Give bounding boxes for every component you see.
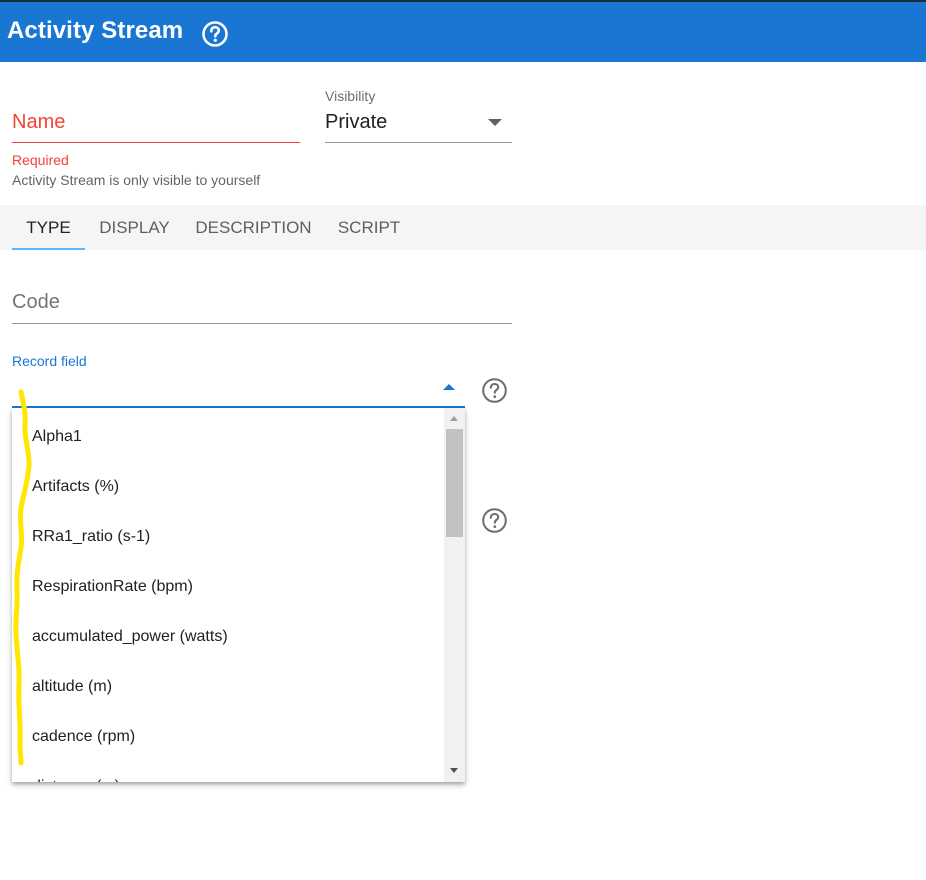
secondary-field-help-icon[interactable] bbox=[481, 507, 508, 534]
menu-item-artifacts[interactable]: Artifacts (%) bbox=[12, 462, 444, 512]
tab-description[interactable]: DESCRIPTION bbox=[191, 205, 316, 250]
menu-item-rra1-ratio[interactable]: RRa1_ratio (s-1) bbox=[12, 512, 444, 562]
active-tab-indicator bbox=[12, 248, 85, 250]
code-field-underline bbox=[12, 323, 512, 324]
menu-item-respiration-rate[interactable]: RespirationRate (bpm) bbox=[12, 562, 444, 612]
tab-type[interactable]: TYPE bbox=[12, 205, 85, 250]
name-visibility-hint: Activity Stream is only visible to yours… bbox=[12, 172, 261, 188]
name-field-label[interactable]: Name bbox=[12, 111, 65, 134]
visibility-dropdown-arrow-icon[interactable] bbox=[488, 119, 502, 126]
visibility-label: Visibility bbox=[325, 88, 376, 104]
activity-stream-editor: Activity Stream Name Required Activity S… bbox=[0, 0, 926, 880]
tab-script[interactable]: SCRIPT bbox=[334, 205, 404, 250]
name-field-underline[interactable] bbox=[12, 142, 300, 143]
app-header: Activity Stream bbox=[0, 0, 926, 62]
dropdown-scrollbar[interactable] bbox=[444, 408, 465, 782]
record-field-help-icon[interactable] bbox=[481, 377, 508, 404]
scroll-up-arrow-icon[interactable] bbox=[450, 416, 458, 421]
menu-item-altitude[interactable]: altitude (m) bbox=[12, 662, 444, 712]
scrollbar-thumb[interactable] bbox=[446, 429, 463, 537]
record-field-dropdown-menu[interactable]: Alpha1 Artifacts (%) RRa1_ratio (s-1) Re… bbox=[12, 408, 465, 782]
tab-display[interactable]: DISPLAY bbox=[97, 205, 172, 250]
visibility-select[interactable]: Private bbox=[325, 111, 387, 134]
record-field-label: Record field bbox=[12, 353, 87, 369]
help-circle-icon[interactable] bbox=[201, 20, 229, 48]
menu-item-alpha1[interactable]: Alpha1 bbox=[12, 412, 444, 462]
menu-item-cadence[interactable]: cadence (rpm) bbox=[12, 712, 444, 762]
tab-bar: TYPE DISPLAY DESCRIPTION SCRIPT bbox=[0, 205, 926, 250]
menu-item-distance[interactable]: distance (m) bbox=[12, 762, 444, 782]
scroll-down-arrow-icon[interactable] bbox=[450, 768, 458, 773]
visibility-underline bbox=[325, 142, 512, 143]
menu-item-accumulated-power[interactable]: accumulated_power (watts) bbox=[12, 612, 444, 662]
name-required-error: Required bbox=[12, 152, 69, 168]
page-title: Activity Stream bbox=[7, 17, 184, 44]
record-field-collapse-arrow-icon[interactable] bbox=[443, 384, 455, 390]
code-field[interactable]: Code bbox=[12, 291, 60, 314]
